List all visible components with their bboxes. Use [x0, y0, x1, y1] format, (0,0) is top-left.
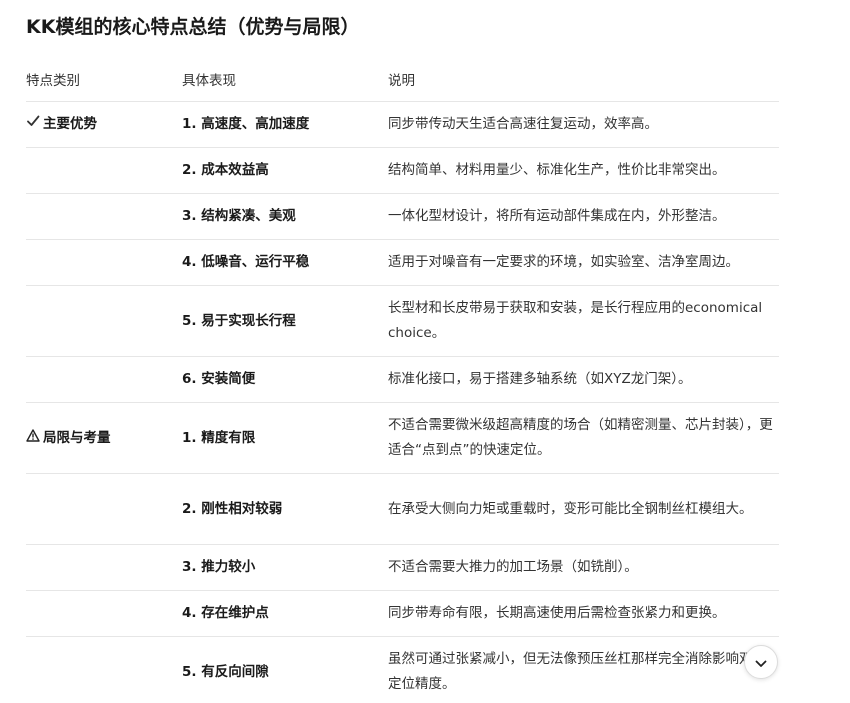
- item-cell: 4. 存在维护点: [182, 590, 388, 637]
- table-row: 3. 结构紧凑、美观 一体化型材设计，将所有运动部件集成在内，外形整洁。: [26, 193, 779, 240]
- category-label: 主要优势: [43, 116, 97, 132]
- item-cell: 1. 精度有限: [182, 402, 388, 474]
- table-header-row: 特点类别 具体表现 说明: [26, 56, 779, 102]
- description-cell: 长型材和长皮带易于获取和安装，是长行程应用的economical choice。: [388, 285, 779, 357]
- category-cell: [26, 544, 182, 591]
- item-cell: 1. 高速度、高加速度: [182, 101, 388, 148]
- description-cell: 不适合需要微米级超高精度的场合（如精密测量、芯片封装），更适合“点到点”的快速定…: [388, 402, 779, 474]
- check-icon: [26, 112, 40, 137]
- category-label: 局限与考量: [43, 429, 111, 446]
- item-cell: 4. 低噪音、运行平稳: [182, 239, 388, 286]
- item-cell: 2. 成本效益高: [182, 147, 388, 194]
- item-cell: 3. 结构紧凑、美观: [182, 193, 388, 240]
- category-cell: [26, 356, 182, 403]
- column-header-category: 特点类别: [26, 56, 182, 102]
- category-cell: [26, 239, 182, 286]
- scroll-down-button[interactable]: [744, 645, 778, 679]
- chevron-down-icon: [755, 653, 767, 672]
- table-row: 2. 成本效益高 结构简单、材料用量少、标准化生产，性价比非常突出。: [26, 147, 779, 194]
- description-cell: 同步带寿命有限，长期高速使用后需检查张紧力和更换。: [388, 590, 779, 637]
- column-header-item: 具体表现: [182, 56, 388, 102]
- description-cell: 适用于对噪音有一定要求的环境，如实验室、洁净室周边。: [388, 239, 779, 286]
- table-row: 5. 易于实现长行程 长型材和长皮带易于获取和安装，是长行程应用的economi…: [26, 285, 779, 357]
- table-row: 2. 刚性相对较弱 在承受大侧向力矩或重载时，变形可能比全钢制丝杠模组大。: [26, 473, 779, 545]
- category-cell: 局限与考量: [26, 402, 182, 474]
- summary-table: 特点类别 具体表现 说明 主要优势 1. 高速度、高加速度 同步带传动天生适合高…: [26, 56, 779, 703]
- description-cell: 结构简单、材料用量少、标准化生产，性价比非常突出。: [388, 147, 779, 194]
- table-row: 局限与考量 1. 精度有限 不适合需要微米级超高精度的场合（如精密测量、芯片封装…: [26, 402, 779, 474]
- description-cell: 不适合需要大推力的加工场景（如铣削）。: [388, 544, 779, 591]
- item-cell: 5. 易于实现长行程: [182, 285, 388, 357]
- page-title: KK模组的核心特点总结（优势与局限）: [26, 16, 360, 38]
- warning-icon: [26, 426, 40, 451]
- table-row: 主要优势 1. 高速度、高加速度 同步带传动天生适合高速往复运动，效率高。: [26, 101, 779, 148]
- column-header-description: 说明: [388, 56, 779, 102]
- table-row: 4. 低噪音、运行平稳 适用于对噪音有一定要求的环境，如实验室、洁净室周边。: [26, 239, 779, 286]
- table-row: 4. 存在维护点 同步带寿命有限，长期高速使用后需检查张紧力和更换。: [26, 590, 779, 637]
- item-cell: 6. 安装简便: [182, 356, 388, 403]
- item-cell: 2. 刚性相对较弱: [182, 473, 388, 545]
- category-cell: [26, 590, 182, 637]
- category-cell: 主要优势: [26, 101, 182, 148]
- category-cell: [26, 193, 182, 240]
- category-cell: [26, 147, 182, 194]
- description-cell: 同步带传动天生适合高速往复运动，效率高。: [388, 101, 779, 148]
- bottom-fade: [0, 692, 850, 703]
- description-cell: 在承受大侧向力矩或重载时，变形可能比全钢制丝杠模组大。: [388, 473, 779, 545]
- table-row: 6. 安装简便 标准化接口，易于搭建多轴系统（如XYZ龙门架）。: [26, 356, 779, 403]
- category-cell: [26, 285, 182, 357]
- description-cell: 一体化型材设计，将所有运动部件集成在内，外形整洁。: [388, 193, 779, 240]
- category-cell: [26, 473, 182, 545]
- item-cell: 3. 推力较小: [182, 544, 388, 591]
- description-cell: 标准化接口，易于搭建多轴系统（如XYZ龙门架）。: [388, 356, 779, 403]
- page: KK模组的核心特点总结（优势与局限） 特点类别 具体表现 说明 主要优势 1. …: [0, 0, 850, 703]
- table-row: 3. 推力较小 不适合需要大推力的加工场景（如铣削）。: [26, 544, 779, 591]
